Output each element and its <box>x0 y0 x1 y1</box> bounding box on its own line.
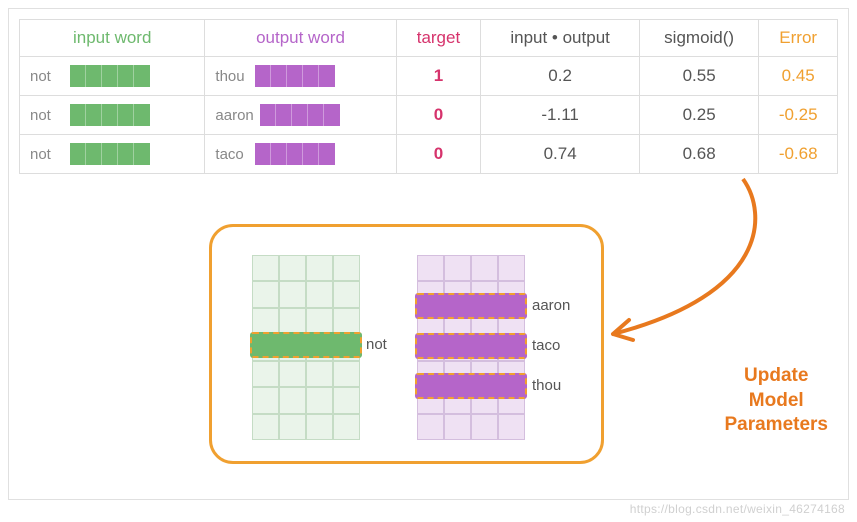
input-word-label: not <box>30 146 64 163</box>
cell-output: aaron <box>205 96 396 135</box>
output-row-label: taco <box>532 337 560 354</box>
header-output-word: output word <box>205 20 396 57</box>
output-vector-icon <box>255 65 335 87</box>
header-input-word: input word <box>20 20 205 57</box>
header-error: Error <box>759 20 838 57</box>
cell-sigmoid: 0.68 <box>639 135 759 174</box>
table-row: not thou 1 0.2 0.55 0.45 <box>20 57 838 96</box>
table-row: not aaron 0 -1.11 0.25 -0.25 <box>20 96 838 135</box>
cell-sigmoid: 0.55 <box>639 57 759 96</box>
cell-output: thou <box>205 57 396 96</box>
update-caption-line: Update <box>724 364 828 389</box>
cell-error: -0.68 <box>759 135 838 174</box>
header-target: target <box>396 20 481 57</box>
embedding-diagram: not aaron taco thou <box>209 224 604 464</box>
update-caption-line: Model <box>724 389 828 414</box>
input-row-label: not <box>366 336 387 353</box>
table-row: not taco 0 0.74 0.68 -0.68 <box>20 135 838 174</box>
cell-target: 1 <box>396 57 481 96</box>
output-vector-icon <box>260 104 340 126</box>
table-header-row: input word output word target input • ou… <box>20 20 838 57</box>
output-row-label: thou <box>532 377 561 394</box>
output-word-label: taco <box>215 146 249 163</box>
figure-container: input word output word target input • ou… <box>8 8 849 500</box>
output-word-label: aaron <box>215 107 253 124</box>
cell-error: -0.25 <box>759 96 838 135</box>
cell-output: taco <box>205 135 396 174</box>
training-table: input word output word target input • ou… <box>19 19 838 174</box>
output-row-label: aaron <box>532 297 570 314</box>
input-vector-icon <box>70 104 150 126</box>
header-dot-product: input • output <box>481 20 640 57</box>
highlight-output-row <box>415 373 527 399</box>
cell-target: 0 <box>396 96 481 135</box>
cell-dot: 0.74 <box>481 135 640 174</box>
highlight-input-row <box>250 332 362 358</box>
update-caption-line: Parameters <box>724 413 828 438</box>
header-sigmoid: sigmoid() <box>639 20 759 57</box>
highlight-output-row <box>415 293 527 319</box>
cell-input: not <box>20 57 205 96</box>
highlight-output-row <box>415 333 527 359</box>
output-word-label: thou <box>215 68 249 85</box>
cell-target: 0 <box>396 135 481 174</box>
cell-sigmoid: 0.25 <box>639 96 759 135</box>
input-word-label: not <box>30 107 64 124</box>
cell-dot: 0.2 <box>481 57 640 96</box>
input-vector-icon <box>70 143 150 165</box>
output-vector-icon <box>255 143 335 165</box>
input-vector-icon <box>70 65 150 87</box>
update-caption: Update Model Parameters <box>724 364 828 438</box>
cell-input: not <box>20 96 205 135</box>
cell-error: 0.45 <box>759 57 838 96</box>
cell-dot: -1.11 <box>481 96 640 135</box>
input-word-label: not <box>30 68 64 85</box>
cell-input: not <box>20 135 205 174</box>
